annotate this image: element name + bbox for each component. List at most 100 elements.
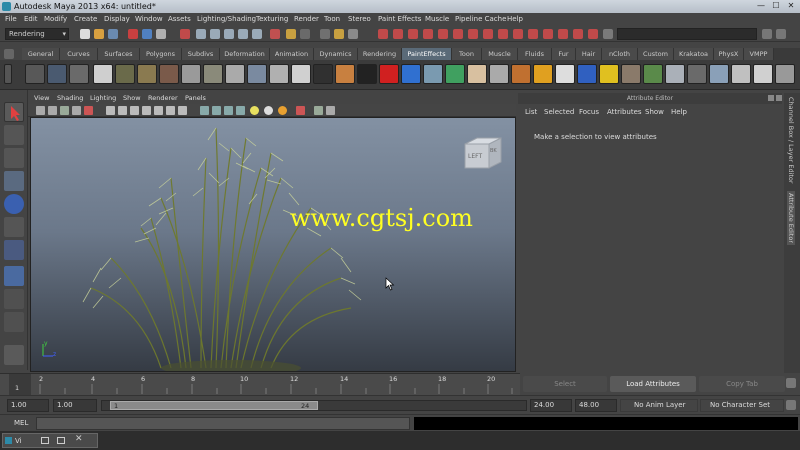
paint-brush-icon[interactable] bbox=[775, 64, 795, 84]
fluid-icon[interactable] bbox=[573, 29, 583, 39]
menu-texturing[interactable]: Texturing bbox=[256, 13, 288, 26]
2d-pan-icon[interactable] bbox=[84, 106, 93, 115]
snap-curve-icon[interactable] bbox=[224, 29, 234, 39]
menu-window[interactable]: Window bbox=[135, 13, 163, 26]
shelf-tab-polygons[interactable]: Polygons bbox=[140, 48, 182, 60]
attr-menu-selected[interactable]: Selected bbox=[544, 104, 574, 120]
paint-brush-icon[interactable] bbox=[269, 64, 289, 84]
shelf-tab-subdivs[interactable]: Subdivs bbox=[182, 48, 220, 60]
hair-icon[interactable] bbox=[588, 29, 598, 39]
playback-start-field[interactable]: 1.00 bbox=[53, 399, 97, 412]
viewport-menu-show[interactable]: Show bbox=[123, 93, 141, 104]
default-light-icon[interactable] bbox=[278, 106, 287, 115]
restore-icon[interactable] bbox=[41, 437, 49, 444]
menu-create[interactable]: Create bbox=[74, 13, 97, 26]
shelf-tab-curves[interactable]: Curves bbox=[60, 48, 98, 60]
paint-brush-icon[interactable] bbox=[313, 64, 333, 84]
stroke-icon[interactable] bbox=[453, 29, 463, 39]
shelf-tab-dynamics[interactable]: Dynamics bbox=[314, 48, 358, 60]
hud-icon[interactable] bbox=[326, 106, 335, 115]
maximize-icon[interactable] bbox=[57, 437, 65, 444]
shelf-tab-hair[interactable]: Hair bbox=[576, 48, 602, 60]
shadows-icon[interactable] bbox=[264, 106, 273, 115]
shelf-tab-painteffects[interactable]: PaintEffects bbox=[402, 48, 452, 60]
paint-brush-icon[interactable] bbox=[687, 64, 707, 84]
tab-channel-box[interactable]: Channel Box / Layer Editor bbox=[787, 97, 795, 184]
view-cube[interactable]: LEFT BK bbox=[463, 136, 503, 170]
playback-end-field[interactable]: 24.00 bbox=[530, 399, 572, 412]
shelf-tab-ncloth[interactable]: nCloth bbox=[602, 48, 638, 60]
shelf-tab-rendering[interactable]: Rendering bbox=[358, 48, 402, 60]
shelf-tab-vmpp[interactable]: VMPP bbox=[744, 48, 774, 60]
paint-brush-icon[interactable] bbox=[159, 64, 179, 84]
particle-icon[interactable] bbox=[558, 29, 568, 39]
textured-icon[interactable] bbox=[236, 106, 245, 115]
shelf-tab-custom[interactable]: Custom bbox=[638, 48, 674, 60]
camera-icon[interactable] bbox=[483, 29, 493, 39]
select-hierarchy-icon[interactable] bbox=[128, 29, 138, 39]
pick-mask-icon[interactable] bbox=[196, 29, 206, 39]
move-tool-icon[interactable] bbox=[4, 171, 24, 191]
attr-menu-show[interactable]: Show bbox=[645, 104, 664, 120]
scale-tool-icon[interactable] bbox=[4, 217, 24, 237]
float-panel-icon[interactable] bbox=[768, 95, 774, 101]
viewport-menu-lighting[interactable]: Lighting bbox=[90, 93, 116, 104]
menu-help[interactable]: Help bbox=[507, 13, 523, 26]
shelf-tab-fur[interactable]: Fur bbox=[552, 48, 576, 60]
paint-brush-icon[interactable] bbox=[137, 64, 157, 84]
range-slider-track[interactable]: 1 24 bbox=[101, 400, 527, 411]
lock-selection-icon[interactable] bbox=[180, 29, 190, 39]
visor-icon[interactable] bbox=[93, 64, 113, 84]
attr-menu-attributes[interactable]: Attributes bbox=[607, 104, 642, 120]
paint-brush-icon[interactable] bbox=[599, 64, 619, 84]
brush-icon[interactable] bbox=[438, 29, 448, 39]
smooth-shade-icon[interactable] bbox=[212, 106, 221, 115]
lasso-tool-icon[interactable] bbox=[4, 125, 24, 145]
render-settings-icon[interactable] bbox=[378, 29, 388, 39]
menu-render[interactable]: Render bbox=[294, 13, 319, 26]
viewport-menu-panels[interactable]: Panels bbox=[185, 93, 206, 104]
image-plane-icon[interactable] bbox=[72, 106, 81, 115]
menu-assets[interactable]: Assets bbox=[168, 13, 191, 26]
shelf-tab-surfaces[interactable]: Surfaces bbox=[98, 48, 140, 60]
field-chart-icon[interactable] bbox=[154, 106, 163, 115]
resolution-gate-icon[interactable] bbox=[130, 106, 139, 115]
paint-brush-icon[interactable] bbox=[621, 64, 641, 84]
paint-brush-icon[interactable] bbox=[731, 64, 751, 84]
paint-brush-icon[interactable] bbox=[753, 64, 773, 84]
paint-brush-icon[interactable] bbox=[489, 64, 509, 84]
animation-end-field[interactable]: 48.00 bbox=[575, 399, 617, 412]
shelf-tab-muscle[interactable]: Muscle bbox=[482, 48, 518, 60]
mel-label[interactable]: MEL bbox=[14, 419, 28, 427]
paint-brush-icon[interactable] bbox=[467, 64, 487, 84]
shelf-tab-general[interactable]: General bbox=[22, 48, 60, 60]
select-tool-icon[interactable] bbox=[4, 102, 24, 122]
xray-icon[interactable] bbox=[296, 106, 305, 115]
last-tool-icon[interactable] bbox=[4, 289, 24, 309]
camera-select-icon[interactable] bbox=[36, 106, 45, 115]
open-scene-icon[interactable] bbox=[94, 29, 104, 39]
quick-selection-field[interactable] bbox=[617, 28, 757, 40]
shelf-tab-physx[interactable]: PhysX bbox=[714, 48, 744, 60]
playback-options-icon[interactable] bbox=[786, 378, 796, 388]
shelf-scroll-up-icon[interactable] bbox=[4, 64, 12, 84]
paint-brush-icon[interactable] bbox=[445, 64, 465, 84]
paint-select-tool-icon[interactable] bbox=[4, 148, 24, 168]
emitter-icon[interactable] bbox=[543, 29, 553, 39]
select-component-icon[interactable] bbox=[156, 29, 166, 39]
paint-brush-icon[interactable] bbox=[423, 64, 443, 84]
wireframe-icon[interactable] bbox=[200, 106, 209, 115]
perspective-viewport[interactable]: LEFT BK y z bbox=[30, 117, 516, 372]
animation-start-field[interactable]: 1.00 bbox=[7, 399, 49, 412]
paint-brush-icon[interactable] bbox=[379, 64, 399, 84]
shader-icon[interactable] bbox=[498, 29, 508, 39]
render-view-icon[interactable] bbox=[320, 29, 330, 39]
close-button[interactable]: ✕ bbox=[784, 1, 798, 11]
paint-brush-icon[interactable] bbox=[69, 64, 89, 84]
paint-brush-icon[interactable] bbox=[203, 64, 223, 84]
construction-history-icon[interactable] bbox=[286, 29, 296, 39]
attr-menu-focus[interactable]: Focus bbox=[579, 104, 599, 120]
menu-edit[interactable]: Edit bbox=[24, 13, 38, 26]
viewport-menu-view[interactable]: View bbox=[34, 93, 49, 104]
menu-file[interactable]: File bbox=[5, 13, 17, 26]
